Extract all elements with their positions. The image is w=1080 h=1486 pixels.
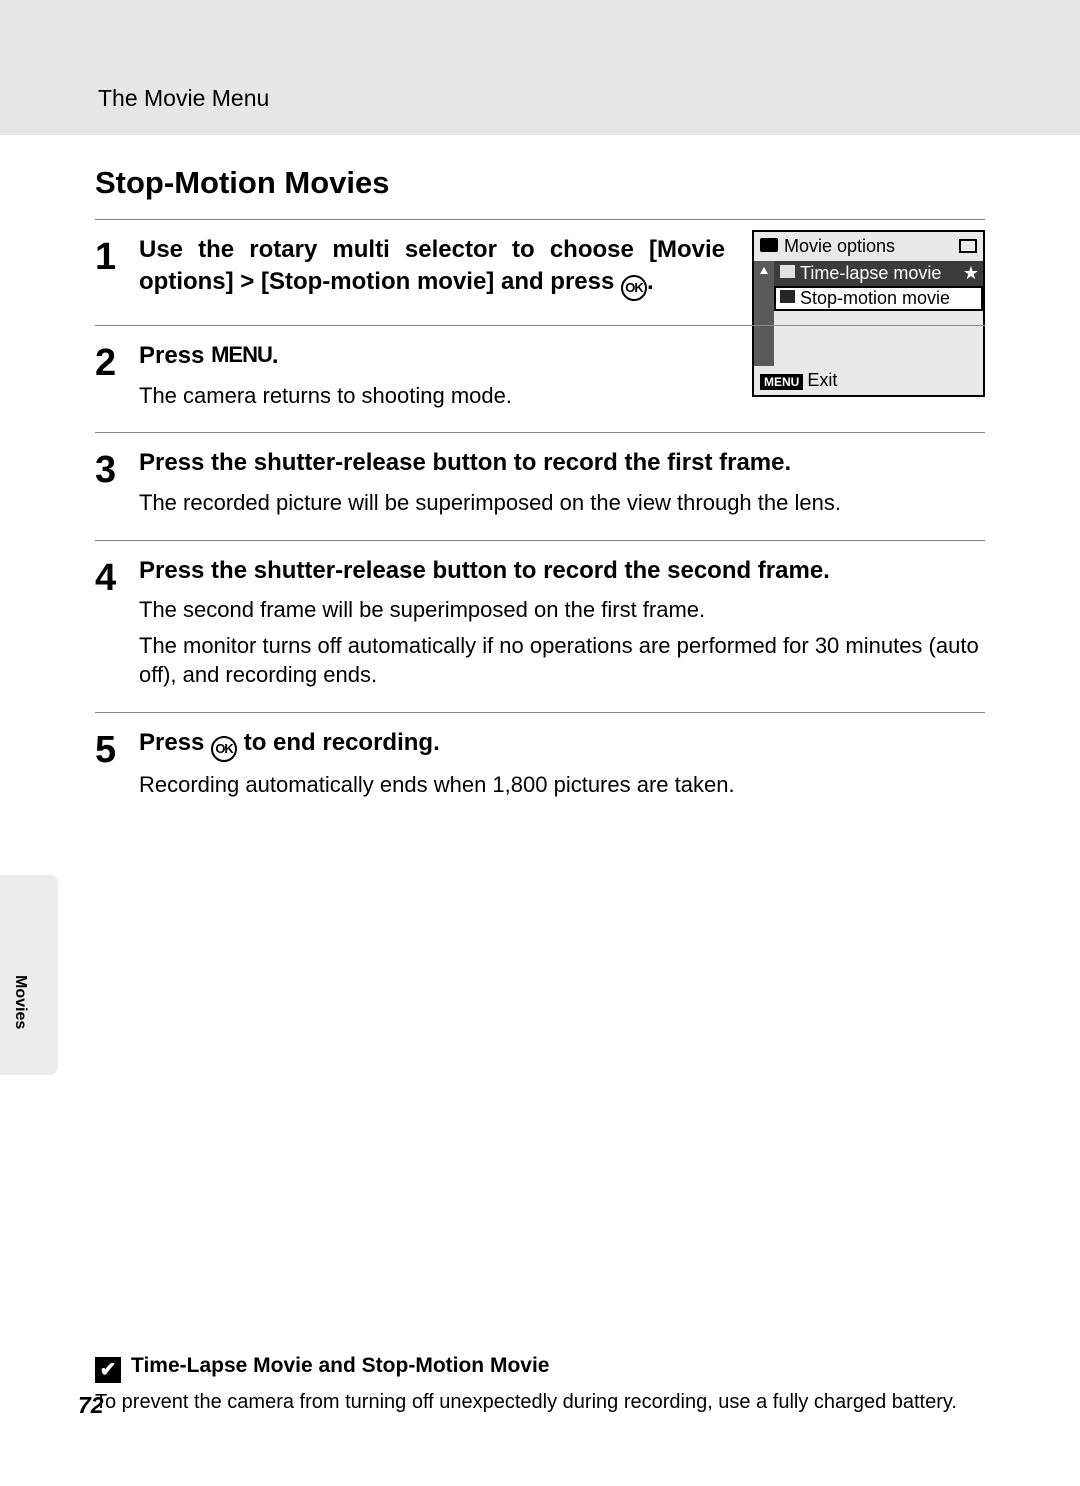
step-number: 3 [95,451,139,523]
ok-icon: OK [621,275,647,301]
ok-icon: OK [211,736,237,762]
content-area: Stop-Motion Movies 1 Use the rotary mult… [0,135,1080,822]
movie-icon [760,238,778,252]
battery-icon [959,239,977,253]
header-band: The Movie Menu [0,0,1080,135]
lcd-title-text: Movie options [784,236,895,256]
step-description: The second frame will be superimposed on… [139,595,985,625]
menu-glyph-icon: MENU [211,342,272,367]
note-body: To prevent the camera from turning off u… [95,1389,985,1416]
star-icon: ★ [963,263,979,284]
step-description: Recording automatically ends when 1,800 … [139,770,985,800]
step-description: The recorded picture will be superimpose… [139,488,985,518]
step-number: 4 [95,559,139,696]
manual-page: The Movie Menu Stop-Motion Movies 1 Use … [0,0,1080,1486]
step-heading: Press MENU. [139,340,985,372]
stopmotion-icon [780,290,795,303]
step-2: 2 Press MENU. The camera returns to shoo… [95,325,985,432]
step-heading: Press OK to end recording. [139,727,985,762]
lcd-row-stopmotion: Stop-motion movie [774,286,983,311]
step-head-text: to end recording. [237,729,440,756]
timelapse-icon [780,265,795,278]
side-tab-label: Movies [11,975,29,1029]
lcd-row-timelapse: Time-lapse movie ★ [774,261,983,286]
note-title: ✔ Time-Lapse Movie and Stop-Motion Movie [95,1354,985,1383]
step-3: 3 Press the shutter-release button to re… [95,432,985,539]
step-number: 5 [95,731,139,806]
step-heading: Press the shutter-release button to reco… [139,555,985,587]
caution-note: ✔Time-Lapse Movie and Stop-Motion Movie … [95,1354,985,1416]
step-head-text: Press [139,729,211,756]
step-head-text: . [272,342,279,369]
lcd-title-bar: Movie options [754,232,983,261]
step-4: 4 Press the shutter-release button to re… [95,540,985,712]
step-1: 1 Use the rotary multi selector to choos… [95,219,985,325]
up-triangle-icon [760,267,768,274]
lcd-row-label: Time-lapse movie [800,263,941,283]
caution-icon: ✔ [95,1357,121,1383]
step-number: 2 [95,344,139,416]
step-5: 5 Press OK to end recording. Recording a… [95,712,985,822]
step-heading: Press the shutter-release button to reco… [139,447,985,479]
step-description: The camera returns to shooting mode. [139,381,985,411]
section-header: The Movie Menu [98,85,269,112]
section-side-tab: Movies [0,875,58,1075]
step-description: The monitor turns off automatically if n… [139,631,985,690]
step-head-text: Press [139,342,211,369]
note-title-text: Time-Lapse Movie and Stop-Motion Movie [131,1354,549,1377]
step-head-text: . [647,268,654,295]
step-number: 1 [95,238,139,309]
lcd-row-label: Stop-motion movie [800,288,950,308]
step-heading: Use the rotary multi selector to choose … [139,234,725,301]
page-title: Stop-Motion Movies [95,165,985,201]
page-number: 72 [78,1392,104,1419]
